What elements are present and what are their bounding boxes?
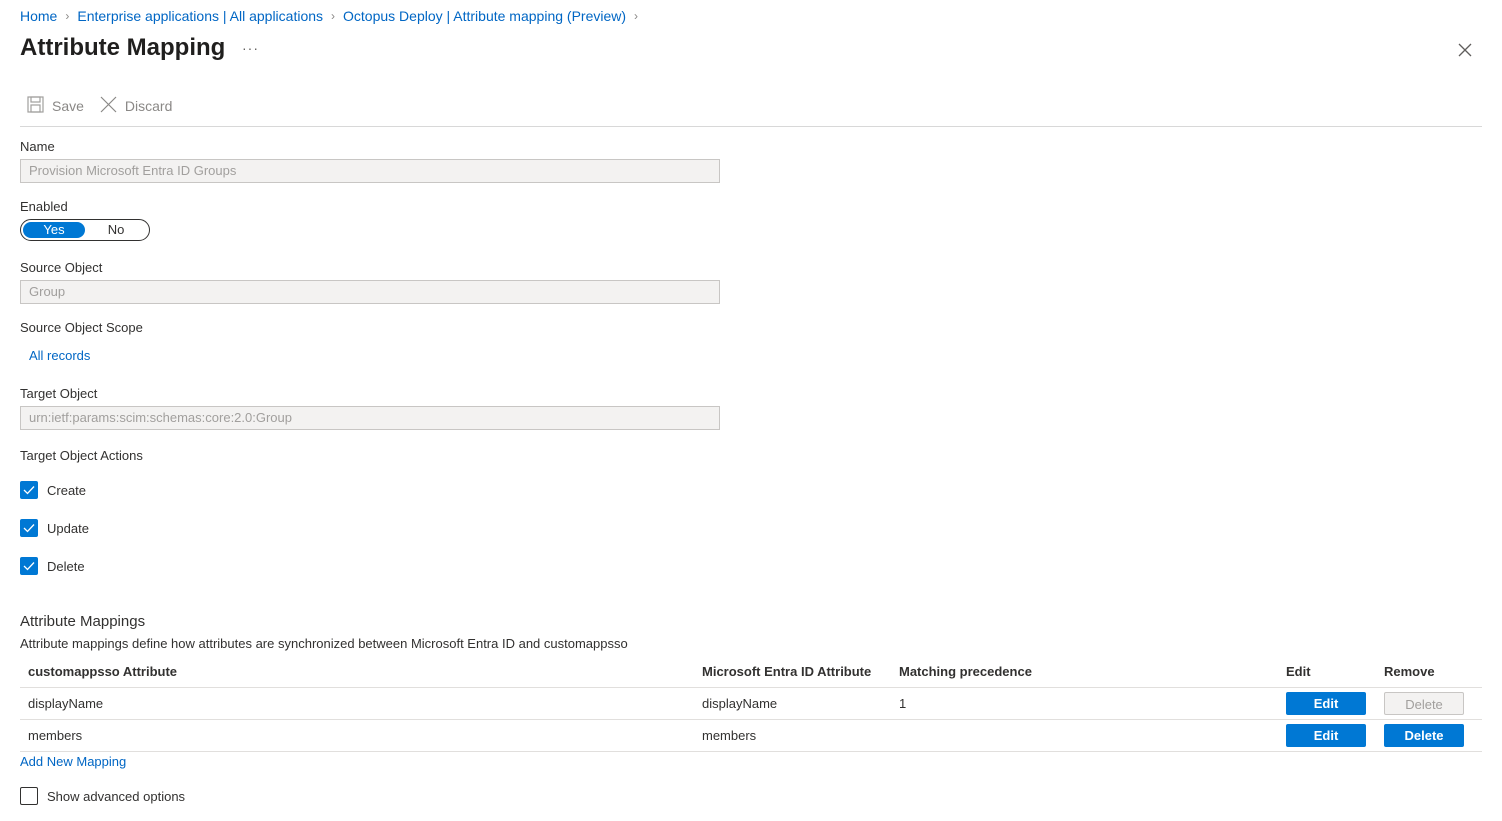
target-attribute-cell[interactable]: displayName [20,687,694,720]
column-header-edit: Edit [1278,655,1376,688]
save-button[interactable]: Save [27,96,84,116]
add-new-mapping-link[interactable]: Add New Mapping [20,754,126,769]
show-advanced-options-checkbox[interactable]: Show advanced options [20,787,185,805]
page-title: Attribute Mapping [20,34,226,61]
source-attribute-cell: members [694,719,891,752]
edit-cell: Edit [1278,687,1376,720]
table-row: displayName displayName 1 Edit Delete [20,687,1482,720]
attribute-mappings-description: Attribute mappings define how attributes… [20,636,628,651]
update-checkbox-label: Update [47,520,89,536]
checkmark-icon [20,557,38,575]
target-object-actions-label: Target Object Actions [20,448,143,463]
save-button-label: Save [52,98,84,114]
command-bar: Save Discard [20,96,1482,127]
attribute-mappings-title: Attribute Mappings [20,613,146,630]
delete-checkbox[interactable]: Delete [20,557,85,575]
column-header-target-attribute: customappsso Attribute [20,655,694,688]
checkmark-icon [20,519,38,537]
delete-button[interactable]: Delete [1384,724,1464,747]
breadcrumb: Home › Enterprise applications | All app… [20,8,646,24]
edit-button[interactable]: Edit [1286,692,1366,715]
show-advanced-options-label: Show advanced options [47,788,186,804]
table-row: members members Edit Delete [20,719,1482,752]
column-header-matching-precedence: Matching precedence [891,655,1278,688]
remove-cell: Delete [1376,719,1482,752]
chevron-right-icon: › [65,9,70,23]
chevron-right-icon: › [634,9,639,23]
source-object-scope-label: Source Object Scope [20,320,143,335]
discard-icon [100,96,125,116]
create-checkbox[interactable]: Create [20,481,86,499]
enabled-no-option[interactable]: No [85,222,147,238]
close-icon[interactable] [1457,42,1473,58]
update-checkbox[interactable]: Update [20,519,89,537]
source-object-label: Source Object [20,260,103,275]
enabled-label: Enabled [20,199,68,214]
checkmark-icon [20,481,38,499]
breadcrumb-octopus-deploy[interactable]: Octopus Deploy | Attribute mapping (Prev… [343,8,626,24]
target-object-label: Target Object [20,386,98,401]
enabled-toggle[interactable]: Yes No [20,219,150,241]
checkbox-unchecked-icon [20,787,38,805]
target-object-field[interactable]: urn:ietf:params:scim:schemas:core:2.0:Gr… [20,406,720,430]
matching-precedence-cell [891,719,1278,752]
more-options-button[interactable]: ··· [242,40,259,56]
matching-precedence-cell: 1 [891,687,1278,720]
name-field[interactable]: Provision Microsoft Entra ID Groups [20,159,720,183]
column-header-source-attribute: Microsoft Entra ID Attribute [694,655,891,688]
name-label: Name [20,139,55,154]
column-header-remove: Remove [1376,655,1482,688]
source-object-field[interactable]: Group [20,280,720,304]
edit-button[interactable]: Edit [1286,724,1366,747]
discard-button-label: Discard [124,98,173,114]
source-scope-link[interactable]: All records [29,348,90,363]
table-header-row: customappsso Attribute Microsoft Entra I… [20,655,1482,688]
source-attribute-cell: displayName [694,687,891,720]
attribute-mappings-table: customappsso Attribute Microsoft Entra I… [20,655,1482,752]
remove-cell: Delete [1376,687,1482,720]
edit-cell: Edit [1278,719,1376,752]
enabled-yes-option[interactable]: Yes [23,222,85,238]
delete-button-disabled: Delete [1384,692,1464,715]
chevron-right-icon: › [331,9,336,23]
breadcrumb-enterprise-applications[interactable]: Enterprise applications | All applicatio… [77,8,323,24]
target-attribute-cell[interactable]: members [20,719,694,752]
breadcrumb-home[interactable]: Home [20,8,57,24]
delete-checkbox-label: Delete [47,558,85,574]
discard-button[interactable]: Discard [100,96,172,116]
save-icon [27,96,52,116]
create-checkbox-label: Create [47,482,87,498]
